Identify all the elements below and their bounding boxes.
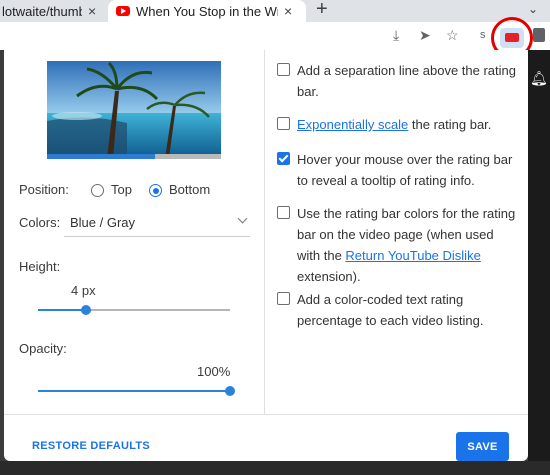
separation-line-checkbox[interactable] [277,63,290,76]
browser-toolbar: ⤓ ➤ ☆ s [0,22,550,50]
option-separation-line[interactable]: Add a separation line above the rating b… [277,60,517,102]
popup-footer: RESTORE DEFAULTS SAVE [4,414,528,461]
height-value: 4 px [71,283,96,298]
height-slider-thumb[interactable] [81,305,91,315]
rating-bar-preview [47,154,221,159]
text-rating-checkbox[interactable] [277,292,290,305]
tab-search-icon[interactable]: ⌄ [528,2,538,16]
restore-defaults-button[interactable]: RESTORE DEFAULTS [32,440,150,452]
extensions-puzzle-icon[interactable] [533,28,545,42]
option-text-after: the rating bar. [408,117,492,132]
option-text-after: extension). [297,269,361,284]
colors-selected-value: Blue / Gray [70,215,136,230]
colors-label: Colors: [19,215,61,230]
tab-title: When You Stop in the Wro [136,3,278,19]
opacity-label: Opacity: [19,341,67,356]
youtube-icon [116,6,130,16]
page-background-bottom [0,461,550,475]
option-text: Add a separation line above the rating b… [297,63,516,99]
rating-bar-fill [47,154,155,159]
exponential-scale-checkbox[interactable] [277,117,290,130]
option-exponential-scale[interactable]: Exponentially scale the rating bar. [277,114,517,135]
colors-select[interactable]: Blue / Gray [64,212,250,237]
tab-github[interactable]: lotwaite/thumb × [0,0,105,22]
opacity-value: 100% [197,364,231,379]
share-icon[interactable]: ➤ [419,27,431,44]
profile-icon[interactable]: s [480,29,486,41]
extension-popup: Position: Top Bottom Colors: Blue / Gray… [4,50,528,461]
position-bottom-radio[interactable] [149,184,162,197]
hover-tooltip-checkbox[interactable] [277,152,290,165]
tab-title: lotwaite/thumb [2,3,82,19]
height-label: Height: [19,259,61,274]
return-youtube-dislike-link[interactable]: Return YouTube Dislike [345,248,480,263]
position-top-radio[interactable] [91,184,104,197]
new-tab-button[interactable]: + [316,0,328,21]
position-label: Position: [19,182,69,197]
save-button[interactable]: SAVE [456,432,509,461]
option-video-page-colors[interactable]: Use the rating bar colors for the rating… [277,203,517,287]
option-text: Add a color-coded text rating percentage… [297,292,484,328]
position-bottom-label[interactable]: Bottom [169,182,210,197]
preview-thumbnail [47,61,221,158]
options-column: Add a separation line above the rating b… [265,50,528,414]
height-slider-fill [38,309,86,311]
option-text-rating[interactable]: Add a color-coded text rating percentage… [277,289,517,331]
exponential-scale-link[interactable]: Exponentially scale [297,117,408,132]
close-tab-icon[interactable]: × [88,3,96,19]
video-page-colors-checkbox[interactable] [277,206,290,219]
option-text: Use the rating bar colors for the rating… [297,203,517,287]
position-top-label[interactable]: Top [111,182,132,197]
chevron-down-icon [237,213,248,224]
option-text: Hover your mouse over the rating bar to … [297,152,513,188]
install-icon[interactable]: ⤓ [393,27,399,44]
tab-bar: lotwaite/thumb × When You Stop in the Wr… [0,0,550,22]
bell-icon[interactable]: 🔔︎ [530,70,548,87]
tab-youtube[interactable]: When You Stop in the Wro × [108,0,306,22]
opacity-slider-thumb[interactable] [225,386,235,396]
opacity-slider-fill [38,390,230,392]
preview-settings-column: Position: Top Bottom Colors: Blue / Gray… [4,50,265,414]
page-background [528,50,550,475]
bookmark-star-icon[interactable]: ☆ [446,27,459,44]
close-tab-icon[interactable]: × [284,3,292,19]
option-text: Exponentially scale the rating bar. [297,114,517,135]
option-hover-tooltip[interactable]: Hover your mouse over the rating bar to … [277,149,517,191]
